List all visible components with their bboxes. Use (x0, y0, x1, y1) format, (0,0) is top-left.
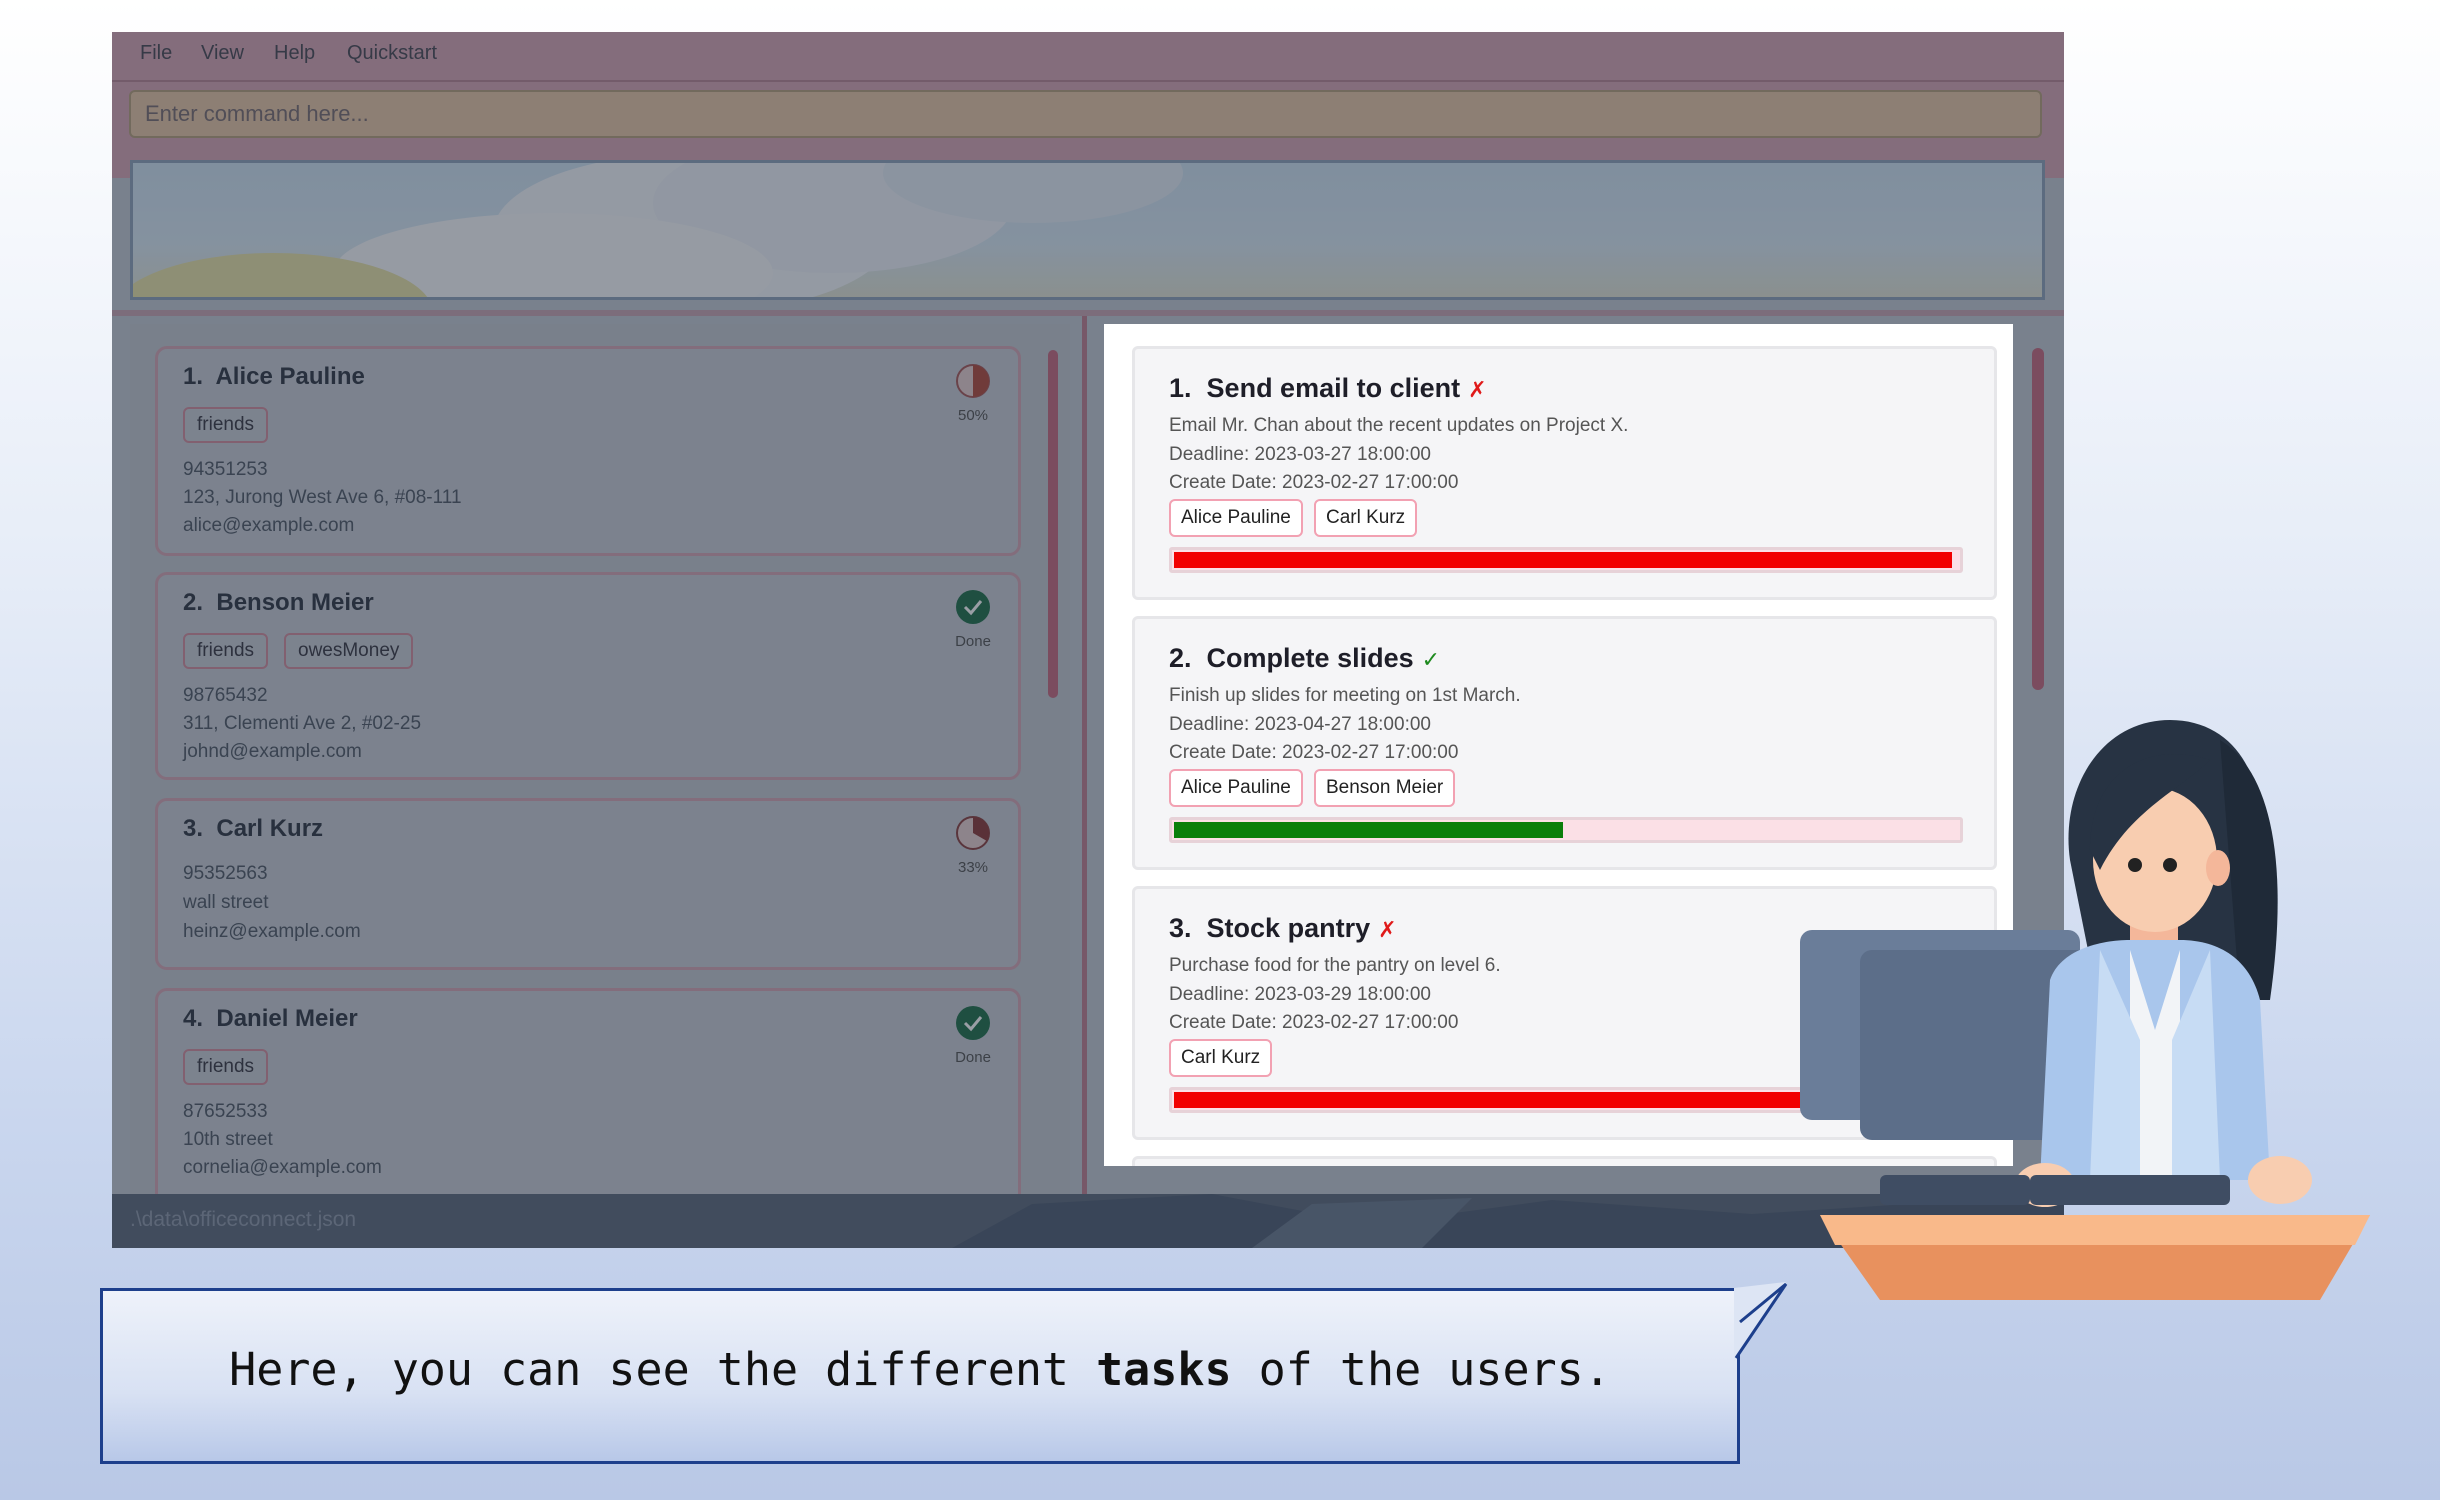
menu-bar: File View Help Quickstart (112, 32, 2064, 82)
office-worker-illustration (1800, 720, 2370, 1300)
person-status: 33% (957, 859, 989, 876)
task-deadline: Deadline: 2023-03-27 18:00:00 (1169, 444, 1431, 465)
person-status: Done (955, 1049, 991, 1066)
person-name: 1. Alice Pauline (183, 363, 365, 390)
person-tag: friends (183, 407, 269, 443)
check-circle-icon (956, 1006, 990, 1040)
task-assignee: Alice Pauline (1169, 769, 1303, 807)
task-title: 2. Complete slides ✓ (1169, 643, 1441, 673)
person-phone: 95352563 (183, 863, 268, 884)
task-create-date: Create Date: 2023-02-27 17:00:00 (1169, 1012, 1459, 1033)
person-email: heinz@example.com (183, 921, 361, 942)
task-description: Finish up slides for meeting on 1st Marc… (1169, 685, 1521, 706)
person-address: wall street (183, 892, 269, 913)
task-progress-bar (1169, 547, 1963, 573)
result-display (130, 160, 2045, 300)
person-name: 2. Benson Meier (183, 589, 374, 616)
task-assignee: Alice Pauline (1169, 499, 1303, 537)
menu-help[interactable]: Help (274, 42, 315, 65)
third-pie-icon (956, 816, 990, 850)
task-create-date: Create Date: 2023-02-27 17:00:00 (1169, 742, 1459, 763)
person-name: 4. Daniel Meier (183, 1005, 358, 1032)
task-progress-fill (1174, 822, 1563, 838)
speech-bubble-tail (1734, 1282, 1788, 1362)
person-tag: friends (183, 633, 269, 669)
task-deadline: Deadline: 2023-04-27 18:00:00 (1169, 714, 1431, 735)
task-description: Email Mr. Chan about the recent updates … (1169, 415, 1629, 436)
menu-quickstart[interactable]: Quickstart (347, 42, 437, 65)
person-email: cornelia@example.com (183, 1157, 382, 1178)
person-list-scrollbar[interactable] (1048, 350, 1058, 698)
person-phone: 94351253 (183, 459, 268, 480)
person-status: Done (955, 633, 991, 650)
person-list-panel: 1. Alice Pauline friends 94351253 123, J… (130, 324, 1070, 1204)
person-tag: owesMoney (284, 633, 414, 669)
person-email: alice@example.com (183, 515, 355, 536)
cross-icon: ✗ (1378, 917, 1397, 942)
half-pie-icon (956, 364, 990, 398)
person-address: 10th street (183, 1129, 273, 1150)
status-bar: .\data\officeconnect.json (112, 1194, 2064, 1248)
check-icon: ✓ (1421, 647, 1441, 672)
person-address: 311, Clementi Ave 2, #02-25 (183, 713, 422, 734)
task-assignee: Carl Kurz (1314, 499, 1418, 537)
cross-icon: ✗ (1468, 377, 1487, 402)
person-address: 123, Jurong West Ave 6, #08-111 (183, 487, 462, 508)
person-card[interactable]: 3. Carl Kurz 95352563 wall street heinz@… (155, 798, 1021, 970)
task-progress-fill (1174, 552, 1952, 568)
person-email: johnd@example.com (183, 741, 362, 762)
person-phone: 98765432 (183, 685, 268, 706)
status-file-path: .\data\officeconnect.json (130, 1208, 357, 1231)
person-status: 50% (957, 407, 989, 424)
task-description: Purchase food for the pantry on level 6. (1169, 955, 1501, 976)
task-title: 3. Stock pantry ✗ (1169, 913, 1397, 943)
check-circle-icon (956, 590, 990, 624)
panel-divider[interactable] (1082, 316, 1087, 1224)
person-card[interactable]: 4. Daniel Meier friends 87652533 10th st… (155, 988, 1021, 1204)
person-phone: 87652533 (183, 1101, 268, 1122)
task-card[interactable]: 1. Send email to client ✗ Email Mr. Chan … (1132, 346, 1997, 600)
person-card[interactable]: 1. Alice Pauline friends 94351253 123, J… (155, 346, 1021, 556)
speech-bubble: Here, you can see the different tasks of… (100, 1288, 1740, 1464)
command-input[interactable] (129, 90, 2042, 138)
task-create-date: Create Date: 2023-02-27 17:00:00 (1169, 472, 1459, 493)
person-card[interactable]: 2. Benson Meier friends owesMoney 987654… (155, 572, 1021, 780)
separator (112, 310, 2064, 316)
menu-file[interactable]: File (140, 42, 172, 65)
person-tag: friends (183, 1049, 269, 1085)
person-name: 3. Carl Kurz (183, 815, 324, 842)
task-deadline: Deadline: 2023-03-29 18:00:00 (1169, 984, 1431, 1005)
task-assignee: Carl Kurz (1169, 1039, 1273, 1077)
task-title: 1. Send email to client ✗ (1169, 373, 1487, 403)
task-assignee: Benson Meier (1314, 769, 1456, 807)
task-list-scrollbar[interactable] (2032, 348, 2044, 690)
cloud-background (133, 163, 1183, 297)
bubble-text: Here, you can see the different tasks of… (229, 1343, 1611, 1396)
menu-view[interactable]: View (201, 42, 244, 65)
